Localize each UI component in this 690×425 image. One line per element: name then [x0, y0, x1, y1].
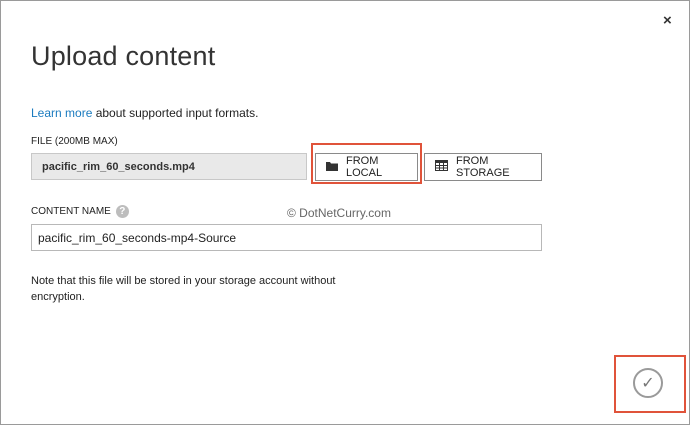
dialog-title: Upload content	[31, 41, 216, 71]
upload-dialog: × Upload content Learn more about suppor…	[0, 0, 690, 425]
content-name-label: CONTENT NAME	[31, 206, 111, 217]
close-icon[interactable]: ×	[663, 13, 672, 29]
file-name-field: pacific_rim_60_seconds.mp4	[31, 153, 307, 180]
from-storage-button[interactable]: FROM STORAGE	[424, 153, 542, 181]
encryption-note: Note that this file will be stored in yo…	[31, 275, 336, 303]
storage-table-icon	[435, 160, 448, 174]
file-label: FILE (200MB MAX)	[31, 136, 118, 147]
help-icon[interactable]: ?	[115, 205, 129, 218]
highlight-box	[614, 355, 686, 413]
from-storage-label: FROM STORAGE	[456, 155, 510, 179]
content-name-input[interactable]: pacific_rim_60_seconds-mp4-Source	[31, 224, 542, 251]
learn-more-description: about supported input formats.	[92, 106, 259, 120]
content-name-label-row: CONTENT NAME ?	[31, 205, 129, 218]
learn-more-text: Learn more about supported input formats…	[31, 106, 258, 120]
highlight-box	[311, 143, 422, 184]
learn-more-link[interactable]: Learn more	[31, 106, 92, 120]
watermark: © DotNetCurry.com	[287, 206, 391, 220]
